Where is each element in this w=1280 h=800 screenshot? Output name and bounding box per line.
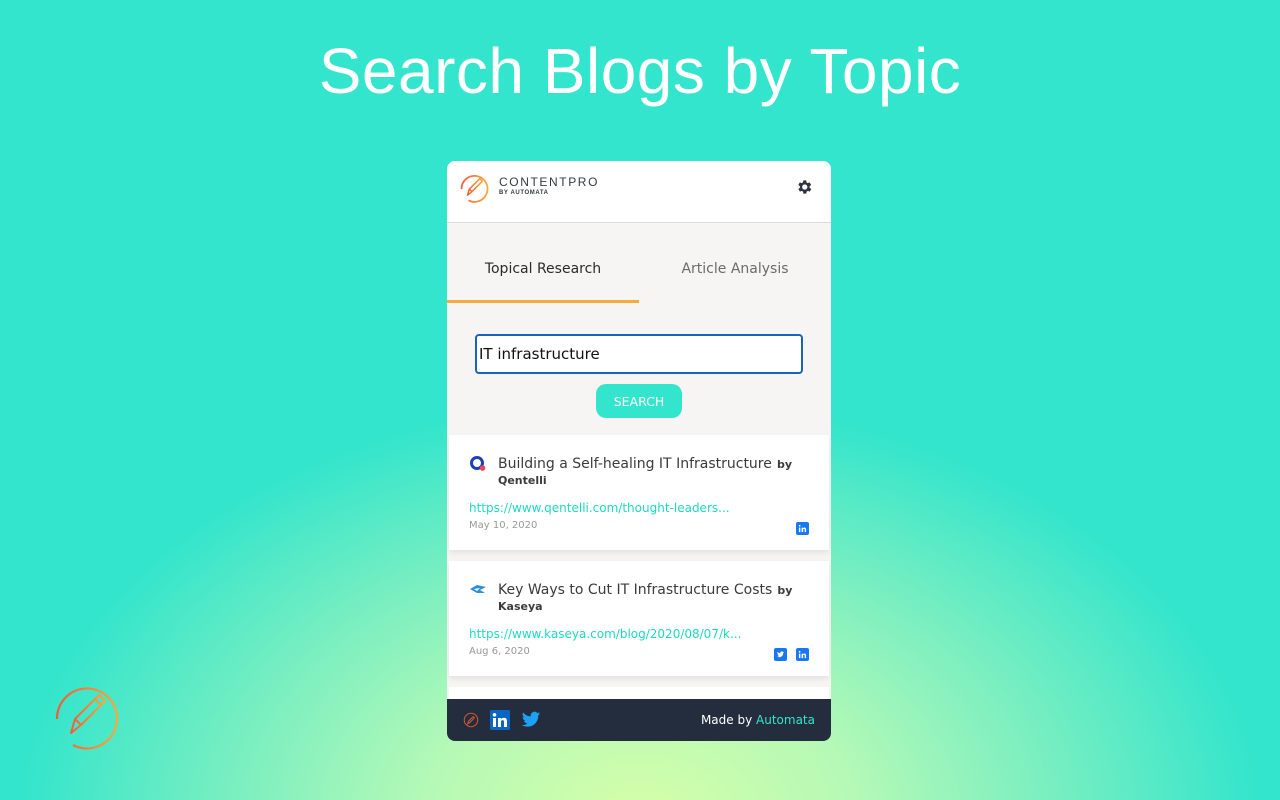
result-card: Building a Self-healing IT Infrastructur… bbox=[449, 435, 829, 550]
results-list: Building a Self-healing IT Infrastructur… bbox=[447, 435, 831, 717]
brand-subtitle: BY AUTOMATA bbox=[499, 190, 549, 196]
brand-name: CONTENTPRO bbox=[499, 175, 599, 189]
share-icons bbox=[774, 648, 809, 661]
result-url[interactable]: https://www.kaseya.com/blog/2020/08/07/k… bbox=[469, 627, 809, 641]
result-by: by bbox=[776, 458, 793, 471]
tab-bar: Topical Research Article Analysis bbox=[447, 223, 831, 303]
made-by-label: Made by bbox=[700, 713, 753, 727]
linkedin-icon[interactable] bbox=[490, 710, 510, 730]
active-tab-indicator bbox=[447, 300, 639, 303]
tab-article-analysis[interactable]: Article Analysis bbox=[639, 223, 831, 303]
result-date: Aug 6, 2020 bbox=[469, 646, 530, 657]
twitter-icon[interactable] bbox=[521, 711, 541, 729]
linkedin-share-icon[interactable] bbox=[796, 648, 809, 661]
search-area: SEARCH bbox=[447, 303, 831, 435]
gear-icon[interactable] bbox=[795, 178, 813, 196]
extension-panel: CONTENTPRO BY AUTOMATA Topical Research … bbox=[447, 161, 831, 741]
automata-link[interactable]: Automata bbox=[756, 713, 815, 727]
pencil-circle-icon bbox=[55, 687, 119, 750]
result-title[interactable]: Key Ways to Cut IT Infrastructure Costs bbox=[498, 582, 772, 598]
search-input[interactable] bbox=[475, 334, 803, 374]
footer-credit: Made by Automata bbox=[701, 713, 815, 727]
result-date: May 10, 2020 bbox=[469, 520, 538, 531]
result-author: Kaseya bbox=[498, 600, 543, 613]
tab-topical-research[interactable]: Topical Research bbox=[447, 223, 639, 303]
panel-footer: Made by Automata bbox=[447, 699, 831, 741]
result-by: by bbox=[777, 584, 793, 597]
qentelli-logo-icon bbox=[470, 456, 486, 471]
share-icons bbox=[796, 522, 809, 535]
panel-header: CONTENTPRO BY AUTOMATA bbox=[447, 161, 831, 223]
twitter-share-icon[interactable] bbox=[774, 648, 787, 661]
result-url[interactable]: https://www.qentelli.com/thought-leaders… bbox=[469, 501, 809, 515]
linkedin-share-icon[interactable] bbox=[796, 522, 809, 535]
result-title[interactable]: Building a Self-healing IT Infrastructur… bbox=[498, 456, 772, 472]
kaseya-logo-icon bbox=[470, 585, 486, 593]
result-author: Qentelli bbox=[498, 474, 547, 487]
search-button[interactable]: SEARCH bbox=[596, 384, 682, 418]
page-headline: Search Blogs by Topic bbox=[318, 35, 962, 107]
brand: CONTENTPRO BY AUTOMATA bbox=[499, 175, 599, 196]
contentpro-icon[interactable] bbox=[463, 712, 479, 728]
result-card: Key Ways to Cut IT Infrastructure Costs … bbox=[449, 561, 829, 676]
pencil-circle-icon bbox=[460, 174, 489, 203]
